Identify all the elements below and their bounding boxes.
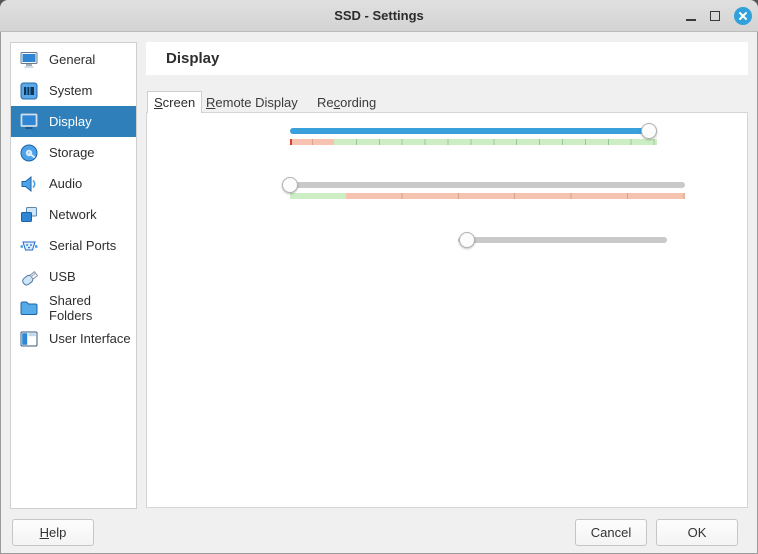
network-icon (18, 204, 40, 226)
usb-icon (18, 266, 40, 288)
sidebar-item-usb[interactable]: USB (11, 261, 136, 292)
tab-screen[interactable]: Screen (147, 91, 202, 113)
general-icon (18, 49, 40, 71)
video-memory-slider[interactable] (290, 128, 657, 134)
sidebar-item-serial-ports[interactable]: Serial Ports (11, 230, 136, 261)
title-bar[interactable]: SSD - Settings (0, 0, 758, 32)
display-icon (18, 111, 40, 133)
sidebar-item-label: General (49, 52, 95, 67)
monitor-count-slider[interactable] (290, 182, 685, 188)
help-button[interactable]: Help (12, 519, 94, 546)
sidebar-item-shared-folders[interactable]: Shared Folders (11, 292, 136, 323)
sidebar-item-storage[interactable]: Storage (11, 137, 136, 168)
tab-remote-display[interactable]: Remote Display (206, 94, 298, 112)
cancel-button[interactable]: Cancel (575, 519, 647, 546)
settings-window: SSD - Settings General (0, 0, 758, 554)
tab-recording[interactable]: Recording (317, 94, 376, 112)
sidebar-item-user-interface[interactable]: User Interface (11, 323, 136, 354)
minimum-marker (290, 139, 292, 145)
sidebar-item-label: Shared Folders (49, 293, 136, 323)
sidebar-item-general[interactable]: General (11, 44, 136, 75)
window-title: SSD - Settings (334, 8, 424, 23)
monitor-count-slider-handle[interactable] (282, 177, 298, 193)
serial-ports-icon (18, 235, 40, 257)
maximize-icon[interactable] (710, 11, 720, 21)
scale-factor-slider[interactable] (458, 237, 667, 243)
close-icon[interactable] (734, 7, 752, 25)
minimize-icon[interactable] (686, 12, 696, 21)
audio-icon (18, 173, 40, 195)
system-icon (18, 80, 40, 102)
sidebar-item-label: USB (49, 269, 76, 284)
sidebar-item-label: System (49, 83, 92, 98)
sidebar-item-label: Audio (49, 176, 82, 191)
ok-button[interactable]: OK (656, 519, 738, 546)
sidebar-item-network[interactable]: Network (11, 199, 136, 230)
sidebar-item-label: Storage (49, 145, 95, 160)
scale-factor-slider-handle[interactable] (459, 232, 475, 248)
sidebar-item-display[interactable]: Display (11, 106, 136, 137)
video-memory-scale (290, 139, 657, 145)
settings-sidebar: General System Display (10, 42, 137, 509)
sidebar-item-label: Network (49, 207, 97, 222)
storage-icon (18, 142, 40, 164)
sidebar-item-audio[interactable]: Audio (11, 168, 136, 199)
sidebar-item-system[interactable]: System (11, 75, 136, 106)
sidebar-item-label: Serial Ports (49, 238, 116, 253)
video-memory-slider-handle[interactable] (641, 123, 657, 139)
page-title: Display (146, 42, 748, 75)
sidebar-item-label: User Interface (49, 331, 131, 346)
user-interface-icon (18, 328, 40, 350)
screen-tab-panel (146, 112, 748, 508)
monitor-count-scale (290, 193, 685, 199)
shared-folders-icon (18, 297, 40, 319)
sidebar-item-label: Display (49, 114, 92, 129)
